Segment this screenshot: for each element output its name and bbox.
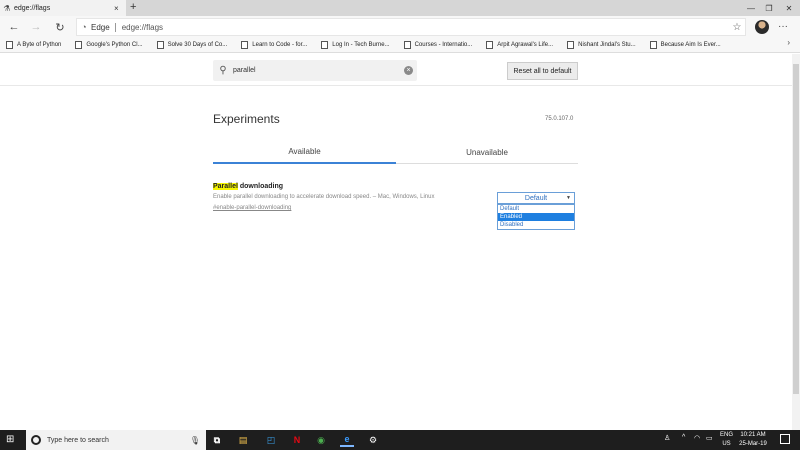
profile-avatar[interactable] (755, 20, 769, 34)
experiments-tabs: Available Unavailable (213, 140, 578, 164)
address-bar[interactable]: ◔ Edge edge://flags ☆ (76, 18, 746, 36)
select-option[interactable]: Default (498, 205, 574, 213)
store-taskbar-icon[interactable]: ◰ (264, 433, 278, 447)
bookmark-item[interactable]: Arpit Agrawal's Life... (486, 41, 553, 49)
reset-all-button[interactable]: Reset all to default (507, 62, 578, 80)
toolbar: ← → ↻ ◔ Edge edge://flags ☆ ··· (0, 16, 800, 38)
bookmarks-more-icon[interactable]: › (787, 38, 790, 47)
page-icon (321, 41, 329, 49)
back-button[interactable]: ← (6, 19, 22, 35)
clear-search-icon[interactable]: × (404, 66, 413, 75)
flask-icon: ⚗ (3, 3, 11, 13)
flag-title: Parallel downloading (213, 183, 283, 190)
tab-close-icon[interactable]: × (114, 4, 126, 13)
chevron-down-icon: ▼ (566, 195, 571, 201)
edge-logo-icon: ◔ (81, 22, 87, 32)
url-text[interactable]: edge://flags (122, 23, 729, 32)
tab-available[interactable]: Available (213, 140, 396, 164)
people-icon[interactable]: ♙ (664, 434, 670, 442)
search-box[interactable]: ⚲ parallel × (213, 60, 417, 81)
cortana-icon (31, 435, 41, 445)
bookmark-item[interactable]: Solve 30 Days of Co... (156, 41, 228, 49)
tab-title: edge://flags (14, 4, 51, 12)
bookmark-item[interactable]: Nishant Jindal's Stu... (567, 41, 636, 49)
region-code: US (722, 441, 731, 447)
bookmark-label: Solve 30 Days of Co... (167, 42, 228, 48)
select-option[interactable]: Disabled (498, 221, 574, 229)
flag-anchor-link[interactable]: #enable-parallel-downloading (213, 205, 291, 211)
bookmark-label: Learn to Code - for... (252, 42, 308, 48)
settings-menu-button[interactable]: ··· (778, 21, 788, 32)
bookmark-label: Nishant Jindal's Stu... (578, 42, 636, 48)
page-icon (241, 41, 249, 49)
file-explorer-taskbar-icon[interactable]: ▤ (236, 433, 250, 447)
bookmark-label: Log In - Tech Burne... (332, 42, 390, 48)
language-indicator[interactable]: ENG US (720, 431, 733, 449)
page-icon (403, 41, 411, 49)
wifi-icon[interactable]: ◠ (694, 434, 700, 442)
language-code: ENG (720, 432, 734, 438)
bookmark-label: A Byte of Python (17, 42, 62, 48)
bookmark-item[interactable]: Google's Python Cl... (75, 41, 143, 49)
bookmark-item[interactable]: Learn to Code - for... (241, 41, 307, 49)
refresh-button[interactable]: ↻ (52, 19, 68, 35)
select-option[interactable]: Enabled (498, 213, 574, 221)
taskbar-search-placeholder: Type here to search (47, 436, 109, 444)
clock-date: 25-Mar-19 (739, 441, 767, 447)
flag-title-rest: downloading (237, 183, 284, 190)
browser-tab[interactable]: ⚗ edge://flags × (0, 0, 126, 16)
page-icon (486, 41, 494, 49)
windows-start-icon[interactable]: ⊞ (6, 434, 14, 445)
favorite-star-icon[interactable]: ☆ (729, 22, 745, 33)
flag-options-list: Default Enabled Disabled (497, 204, 575, 230)
settings-taskbar-icon[interactable]: ⚙ (366, 433, 380, 447)
microphone-icon[interactable]: 🎙 (190, 436, 200, 445)
forward-button[interactable]: → (28, 19, 44, 35)
page-icon (6, 41, 13, 49)
page-icon (75, 41, 83, 49)
taskbar-search-box[interactable]: Type here to search 🎙 (26, 430, 206, 450)
action-center-icon[interactable] (780, 434, 790, 444)
chrome-taskbar-icon[interactable]: ◉ (314, 433, 328, 447)
clock-time: 10:21 AM (740, 432, 766, 438)
bookmark-label: Google's Python Cl... (86, 42, 143, 48)
flag-description: Enable parallel downloading to accelerat… (213, 194, 435, 200)
site-label: Edge (91, 22, 116, 32)
scrollbar-thumb[interactable] (793, 64, 799, 394)
new-tab-button[interactable]: + (130, 1, 136, 13)
bookmark-item[interactable]: Courses - Internatio... (403, 41, 473, 49)
version-label: 75.0.107.0 (545, 116, 574, 122)
bookmark-label: Courses - Internatio... (414, 42, 473, 48)
page-icon (567, 41, 575, 49)
title-bar: ⚗ edge://flags × + — ❐ ✕ (0, 0, 800, 16)
netflix-taskbar-icon[interactable]: N (290, 433, 304, 447)
bookmark-item[interactable]: Because Aim Is Ever... (649, 41, 721, 49)
flag-select-value: Default (524, 194, 548, 202)
bookmark-label: Because Aim Is Ever... (660, 42, 721, 48)
taskbar: ⊞ Type here to search 🎙 ⧉ ▤ ◰ N ◉ e ⚙ ♙ ^ ◠ ▭ … (0, 430, 800, 450)
search-header: ⚲ parallel × Reset all to default (0, 54, 792, 86)
bookmarks-bar: A Byte of Python Google's Python Cl... Sol… (0, 38, 800, 53)
search-input[interactable]: parallel (233, 67, 404, 74)
battery-icon[interactable]: ▭ (706, 434, 713, 442)
show-hidden-icons[interactable]: ^ (682, 434, 685, 441)
restore-button[interactable]: ❐ (758, 0, 780, 16)
search-highlight: Parallel (213, 183, 238, 190)
bookmark-item[interactable]: Log In - Tech Burne... (321, 41, 390, 49)
task-view-taskbar-icon[interactable]: ⧉ (210, 433, 224, 447)
flags-page: ⚲ parallel × Reset all to default Experi… (0, 54, 792, 430)
scrollbar[interactable] (792, 54, 800, 430)
page-icon (649, 41, 657, 49)
search-icon: ⚲ (219, 65, 227, 76)
page-icon (156, 41, 164, 49)
tab-unavailable[interactable]: Unavailable (396, 140, 578, 164)
bookmark-item[interactable]: A Byte of Python (6, 41, 61, 49)
edge-taskbar-icon[interactable]: e (340, 433, 354, 447)
close-window-button[interactable]: ✕ (778, 0, 800, 16)
page-title: Experiments (213, 112, 280, 126)
flag-select[interactable]: Default ▼ (497, 192, 575, 204)
bookmark-label: Arpit Agrawal's Life... (497, 42, 554, 48)
clock[interactable]: 10:21 AM 25-Mar-19 (736, 431, 770, 449)
